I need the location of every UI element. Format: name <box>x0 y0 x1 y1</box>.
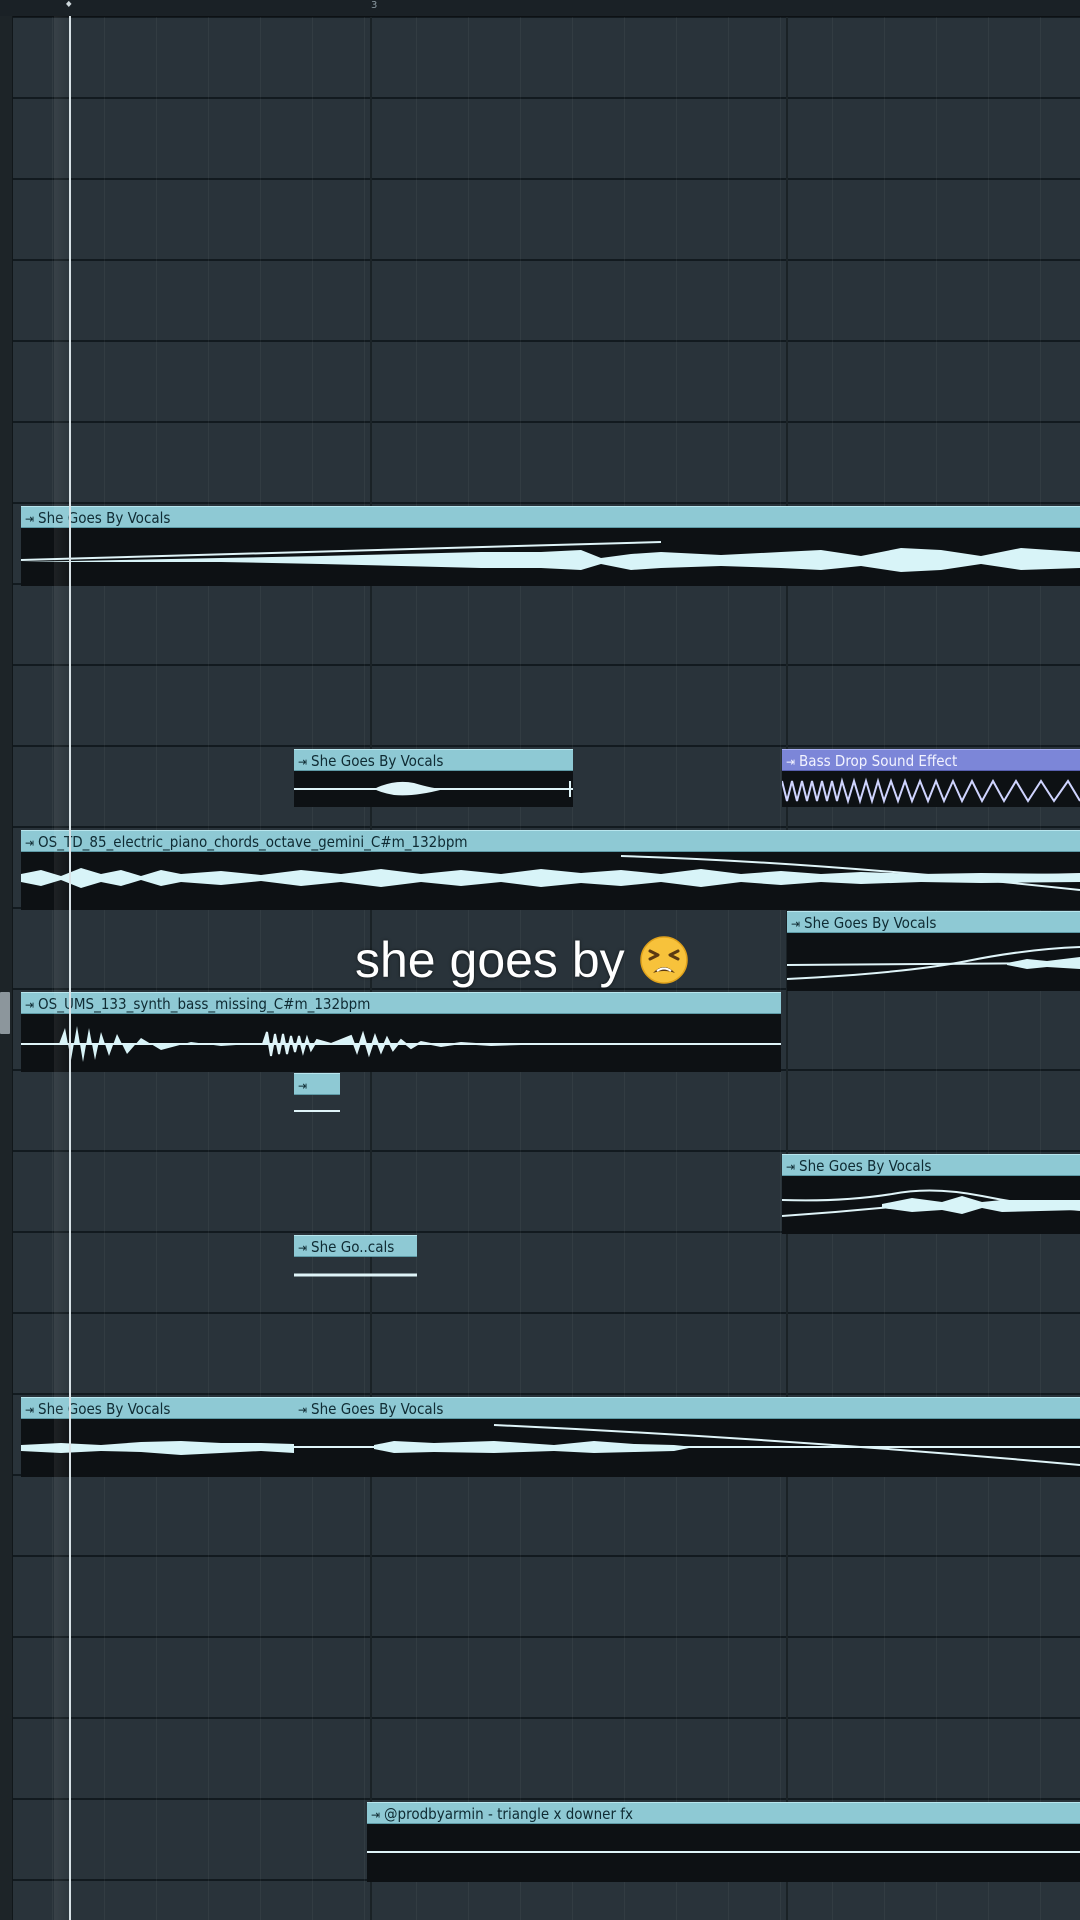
clip-flag-icon[interactable]: ⇥ <box>25 1403 34 1417</box>
clip-flag-icon[interactable]: ⇥ <box>25 512 34 526</box>
bar-number: 3 <box>371 0 378 11</box>
clip-label: She Goes By Vocals <box>311 752 444 770</box>
clip-waveform <box>782 771 1080 807</box>
clip-waveform <box>367 1824 1080 1882</box>
clip-label: She Goes By Vocals <box>804 914 937 932</box>
clip-waveform <box>21 1419 294 1477</box>
audio-clip-she-goes-by-vocals[interactable]: ⇥ She Goes By Vocals <box>294 1397 1080 1477</box>
clip-waveform <box>21 1014 781 1072</box>
clip-waveform <box>782 1176 1080 1234</box>
audio-clip-she-goes-by-vocals[interactable]: ⇥ She Goes By Vocals <box>21 1397 294 1477</box>
clip-flag-icon[interactable]: ⇥ <box>298 1241 307 1255</box>
clip-flag-icon[interactable]: ⇥ <box>25 836 34 850</box>
audio-clip-untitled-short[interactable]: ⇥ <box>294 1073 340 1131</box>
video-caption: she goes by <box>355 930 689 990</box>
audio-clip-she-goes-by-vocals[interactable]: ⇥ She Goes By Vocals <box>782 1154 1080 1234</box>
playhead[interactable] <box>69 16 71 1920</box>
clip-waveform <box>21 528 1080 586</box>
clip-flag-icon[interactable]: ⇥ <box>371 1808 380 1822</box>
audio-clip-she-goes-by-vocals[interactable]: ⇥ She Goes By Vocals <box>294 749 573 807</box>
clip-waveform <box>21 852 1080 910</box>
clip-label: She Goes By Vocals <box>38 1400 171 1418</box>
track-scroll-handle[interactable] <box>0 992 10 1034</box>
audio-clip-bass-drop-sound-effect[interactable]: ⇥ Bass Drop Sound Effect <box>782 749 1080 807</box>
tired-face-emoji-icon <box>639 935 689 985</box>
audio-clip-she-goes-by-vocals[interactable]: ⇥ She Goes By Vocals <box>787 911 1080 991</box>
clip-waveform <box>294 1257 417 1293</box>
clip-flag-icon[interactable]: ⇥ <box>786 755 795 769</box>
playhead-marker-icon[interactable]: ◆ <box>66 0 74 8</box>
clip-label: @prodbyarmin - triangle x downer fx <box>384 1805 634 1823</box>
clip-waveform <box>294 1419 1080 1477</box>
timeline-ruler[interactable]: ◆ 3 <box>0 0 1080 17</box>
clip-flag-icon[interactable]: ⇥ <box>298 1079 307 1093</box>
clip-label: OS_TD_85_electric_piano_chords_octave_ge… <box>38 833 468 851</box>
clip-label: OS_UMS_133_synth_bass_missing_C#m_132bpm <box>38 995 371 1013</box>
clip-waveform <box>787 933 1080 991</box>
audio-clip-prodbyarmin-triangle-downer-fx[interactable]: ⇥ @prodbyarmin - triangle x downer fx <box>367 1802 1080 1882</box>
clip-waveform <box>294 1095 340 1131</box>
audio-clip-electric-piano-chords[interactable]: ⇥ OS_TD_85_electric_piano_chords_octave_g… <box>21 830 1080 910</box>
clip-label: Bass Drop Sound Effect <box>799 752 958 770</box>
track-headers-strip <box>0 16 13 1920</box>
clip-flag-icon[interactable]: ⇥ <box>298 1403 307 1417</box>
caption-text: she goes by <box>355 932 625 988</box>
clip-flag-icon[interactable]: ⇥ <box>298 755 307 769</box>
audio-clip-she-goes-by-vocals-short[interactable]: ⇥ She Go..cals <box>294 1235 417 1293</box>
clip-flag-icon[interactable]: ⇥ <box>786 1160 795 1174</box>
clip-waveform <box>294 771 573 807</box>
clip-flag-icon[interactable]: ⇥ <box>791 917 800 931</box>
clip-label: She Goes By Vocals <box>38 509 171 527</box>
clip-label: She Goes By Vocals <box>311 1400 444 1418</box>
clip-label: She Go..cals <box>311 1238 395 1256</box>
clip-flag-icon[interactable]: ⇥ <box>25 998 34 1012</box>
audio-clip-synth-bass[interactable]: ⇥ OS_UMS_133_synth_bass_missing_C#m_132bp… <box>21 992 781 1072</box>
audio-clip-she-goes-by-vocals[interactable]: ⇥ She Goes By Vocals <box>21 506 1080 586</box>
clip-label: She Goes By Vocals <box>799 1157 932 1175</box>
